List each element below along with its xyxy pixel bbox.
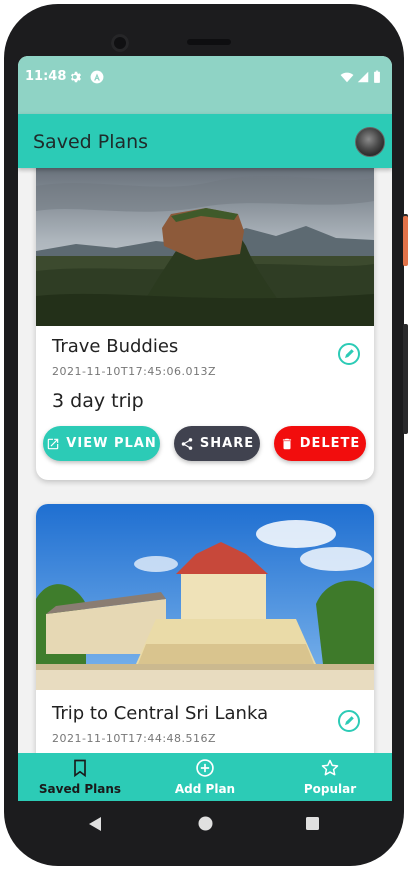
avatar[interactable] <box>355 127 385 157</box>
nav-saved-plans-label: Saved Plans <box>38 782 122 796</box>
wifi-icon <box>340 72 354 83</box>
front-camera <box>111 34 129 52</box>
top-bezel <box>4 4 404 56</box>
volume-button <box>403 324 408 434</box>
edit-icon[interactable] <box>337 342 361 366</box>
accent-button <box>403 216 408 266</box>
signal-icon <box>357 71 369 83</box>
view-plan-button[interactable]: VIEW PLAN <box>43 426 160 461</box>
nav-popular-label: Popular <box>303 782 357 796</box>
view-plan-label: VIEW PLAN <box>66 436 157 451</box>
plan-title: Trave Buddies <box>52 336 179 357</box>
plans-list[interactable]: Trave Buddies 2021-11-10T17:45:06.013Z 3… <box>18 168 392 753</box>
delete-button[interactable]: DELETE <box>274 426 366 461</box>
nav-add-plan-label: Add Plan <box>174 782 236 796</box>
add-circle-icon <box>196 759 214 777</box>
plan-card: Trip to Central Sri Lanka 2021-11-10T17:… <box>36 504 374 753</box>
plan-date: 2021-11-10T17:44:48.516Z <box>52 732 217 745</box>
a-badge-icon <box>90 70 104 84</box>
plan-image <box>36 504 374 690</box>
star-icon <box>321 759 339 776</box>
share-label: SHARE <box>199 436 255 451</box>
recents-icon[interactable] <box>306 817 319 830</box>
battery-icon <box>374 70 380 83</box>
status-time: 11:48 <box>25 69 67 84</box>
bottom-navigation: Saved Plans Add Plan Popular <box>18 753 392 801</box>
delete-label: DELETE <box>299 436 361 451</box>
open-external-icon <box>48 438 59 449</box>
page-title: Saved Plans <box>33 131 149 153</box>
earpiece-speaker <box>187 39 231 45</box>
edit-icon[interactable] <box>337 709 361 733</box>
system-navigation-bar <box>18 801 392 847</box>
nav-saved-plans[interactable]: Saved Plans <box>38 753 122 801</box>
plan-card: Trave Buddies 2021-11-10T17:45:06.013Z 3… <box>36 168 374 480</box>
gear-icon <box>70 71 82 83</box>
plan-title: Trip to Central Sri Lanka <box>52 703 269 724</box>
plan-description: 3 day trip <box>52 390 144 412</box>
plan-image <box>36 168 374 326</box>
back-icon[interactable] <box>88 816 102 832</box>
nav-popular[interactable]: Popular <box>294 753 366 801</box>
trash-icon <box>282 438 291 449</box>
screen: 11:48 Saved Plans Trave Buddies 2021-11-… <box>18 56 392 801</box>
status-bar: 11:48 <box>18 56 392 114</box>
plan-date: 2021-11-10T17:45:06.013Z <box>52 365 217 378</box>
bookmark-icon <box>74 759 86 778</box>
home-icon[interactable] <box>198 816 213 831</box>
share-button[interactable]: SHARE <box>174 426 260 461</box>
nav-add-plan[interactable]: Add Plan <box>166 753 244 801</box>
app-bar: Saved Plans <box>18 114 392 168</box>
share-icon <box>181 437 193 450</box>
